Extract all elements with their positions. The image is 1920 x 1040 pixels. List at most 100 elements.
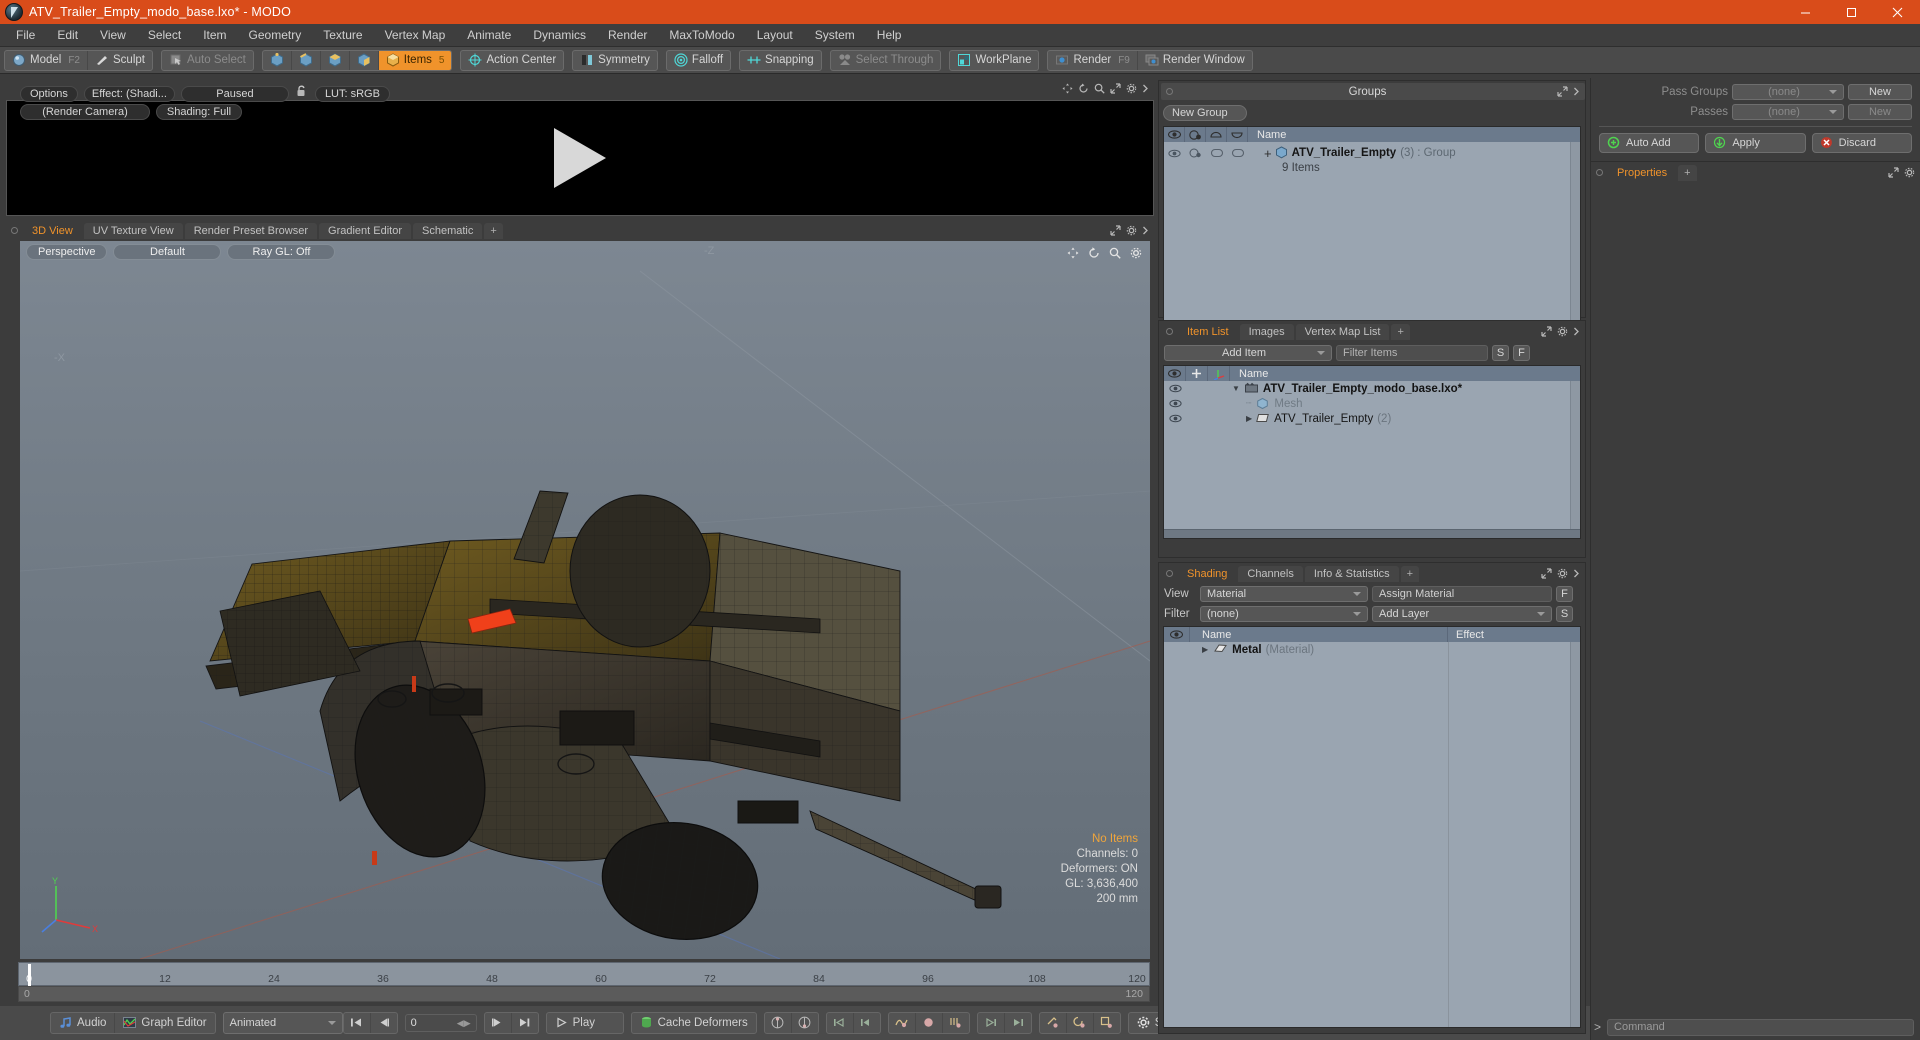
col-eye-icon[interactable] [1164, 127, 1185, 142]
play-button[interactable]: Play [547, 1013, 623, 1033]
tab-item-list-add[interactable]: + [1391, 324, 1410, 340]
apply-button[interactable]: Apply [1705, 133, 1806, 153]
shading-list-body[interactable]: ▶ Metal (Material) [1164, 642, 1580, 1027]
add-layer-dropdown[interactable]: Add Layer [1372, 606, 1552, 622]
symmetry-button[interactable]: Symmetry [573, 51, 657, 70]
row-select-toggle[interactable] [1227, 148, 1248, 158]
tab-images[interactable]: Images [1239, 324, 1294, 340]
playhead[interactable] [28, 964, 31, 986]
shading-gear-icon[interactable] [1557, 568, 1568, 579]
view-dropdown[interactable]: Material [1200, 586, 1368, 602]
groups-chevron-right-icon[interactable] [1573, 86, 1580, 97]
item-list-row[interactable]: ▼ ATV_Trailer_Empty_modo_base.lxo* [1164, 381, 1580, 396]
chevron-right-icon[interactable] [1142, 83, 1149, 94]
axis-gizmo[interactable]: Y X [40, 874, 102, 941]
scale-key-button[interactable] [1094, 1013, 1120, 1033]
render-window-button[interactable]: Render Window [1138, 51, 1252, 70]
expand-triangle-icon[interactable]: ▶ [1246, 414, 1252, 423]
col-select-circle-icon[interactable] [1227, 127, 1248, 142]
snapping-button[interactable]: Snapping [740, 51, 821, 70]
col-axis-icon[interactable] [1208, 366, 1230, 381]
tab-gradient-editor[interactable]: Gradient Editor [319, 223, 411, 239]
select-through-button[interactable]: Select Through [831, 51, 941, 70]
add-item-button[interactable]: Add Item [1164, 345, 1332, 361]
render-button[interactable]: Render F9 [1048, 50, 1138, 70]
viewport-rotate-icon[interactable] [1088, 246, 1100, 264]
skip-end-button[interactable] [512, 1013, 538, 1033]
row-eye-icon[interactable] [1164, 384, 1186, 393]
menu-texture[interactable]: Texture [312, 25, 373, 45]
play-triangle-icon[interactable] [554, 128, 606, 188]
viewport-expand-icon[interactable] [1110, 225, 1121, 236]
collapse-triangle-icon[interactable]: ▼ [1232, 384, 1240, 393]
properties-expand-icon[interactable] [1888, 167, 1899, 178]
discard-button[interactable]: Discard [1811, 133, 1912, 153]
tab-uv-texture-view[interactable]: UV Texture View [83, 223, 183, 239]
lut-button[interactable]: LUT: sRGB [314, 85, 390, 102]
menu-select[interactable]: Select [137, 25, 192, 45]
auto-key-button[interactable] [765, 1013, 792, 1033]
viewport-panel-dot[interactable] [11, 227, 18, 234]
item-list-gear-icon[interactable] [1557, 326, 1568, 337]
pass-groups-dropdown[interactable]: (none) [1732, 84, 1844, 100]
tab-shading-add[interactable]: + [1400, 566, 1420, 582]
vertices-mode-button[interactable] [263, 50, 292, 70]
tab-add[interactable]: + [484, 223, 503, 239]
tab-channels[interactable]: Channels [1238, 566, 1303, 582]
tab-3d-view[interactable]: 3D View [23, 223, 82, 239]
tab-shading[interactable]: Shading [1178, 566, 1237, 582]
zoom-icon[interactable] [1094, 83, 1105, 94]
col-eye-icon[interactable] [1164, 627, 1190, 642]
col-add-icon[interactable] [1186, 366, 1208, 381]
command-input[interactable]: Command [1607, 1018, 1914, 1036]
timeline-ruler[interactable]: 0 12 24 36 48 60 72 84 96 108 120 [18, 962, 1150, 986]
row-lock-toggle[interactable] [1206, 148, 1227, 158]
items-mode-button[interactable]: Items 5 [378, 50, 452, 70]
last-key-button[interactable] [1005, 1013, 1031, 1033]
shading-row[interactable]: ▶ Metal (Material) [1164, 642, 1580, 657]
viewport-settings-gear-icon[interactable] [1130, 246, 1142, 264]
projection-button[interactable]: Perspective [26, 244, 108, 260]
cache-deformers-button[interactable]: Cache Deformers [632, 1013, 756, 1033]
row-eye-icon[interactable] [1164, 399, 1186, 408]
move-key-button[interactable] [1040, 1013, 1067, 1033]
tab-item-list[interactable]: Item List [1178, 324, 1238, 340]
item-list-panel-dot[interactable] [1166, 328, 1173, 335]
tab-render-preset-browser[interactable]: Render Preset Browser [184, 223, 318, 239]
fit-icon[interactable] [1110, 83, 1121, 94]
groups-list-body[interactable]: + ATV_Trailer_Empty (3) : Group 9 Items [1164, 142, 1580, 328]
item-list-scrollbar[interactable] [1570, 381, 1580, 529]
expand-plus-icon[interactable]: + [1264, 146, 1272, 161]
create-key-button[interactable] [916, 1013, 943, 1033]
menu-maxtomodo[interactable]: MaxToModo [658, 25, 745, 45]
auto-select-button[interactable]: Auto Select [162, 51, 253, 70]
item-list-body[interactable]: ▼ ATV_Trailer_Empty_modo_base.lxo* ┈ Mes… [1164, 381, 1580, 529]
model-mode-button[interactable]: Model F2 [5, 50, 88, 70]
row-eye-icon[interactable] [1164, 414, 1186, 423]
item-list-row[interactable]: ┈ Mesh [1164, 396, 1580, 411]
new-group-button[interactable]: New Group [1163, 105, 1247, 121]
graph-editor-button[interactable]: Graph Editor [115, 1013, 214, 1033]
passes-new-button[interactable]: New [1848, 104, 1912, 120]
rotate-key-button[interactable] [1067, 1013, 1094, 1033]
shading-expand-icon[interactable] [1541, 568, 1552, 579]
menu-view[interactable]: View [89, 25, 137, 45]
viewport-move-icon[interactable] [1067, 246, 1079, 264]
menu-file[interactable]: File [5, 25, 46, 45]
minimize-button[interactable] [1782, 0, 1828, 24]
menu-system[interactable]: System [804, 25, 866, 45]
falloff-button[interactable]: Falloff [667, 51, 730, 70]
shading-chevron-right-icon[interactable] [1573, 568, 1580, 579]
next-key-button[interactable] [978, 1013, 1005, 1033]
3d-viewport[interactable]: -Z -X Perspective Default Ray GL: Off No… [20, 241, 1150, 959]
materials-mode-button[interactable] [350, 50, 379, 70]
tab-schematic[interactable]: Schematic [413, 223, 483, 239]
render-camera-button[interactable]: (Render Camera) [20, 104, 150, 120]
col-render-icon[interactable] [1185, 127, 1206, 142]
gear-icon[interactable] [1126, 83, 1137, 94]
workplane-button[interactable]: WorkPlane [950, 51, 1038, 70]
pass-groups-new-button[interactable]: New [1848, 84, 1912, 100]
viewport-zoom-icon[interactable] [1109, 246, 1121, 264]
filter-s-button[interactable]: S [1492, 345, 1509, 361]
shading-s-button[interactable]: S [1556, 606, 1573, 622]
